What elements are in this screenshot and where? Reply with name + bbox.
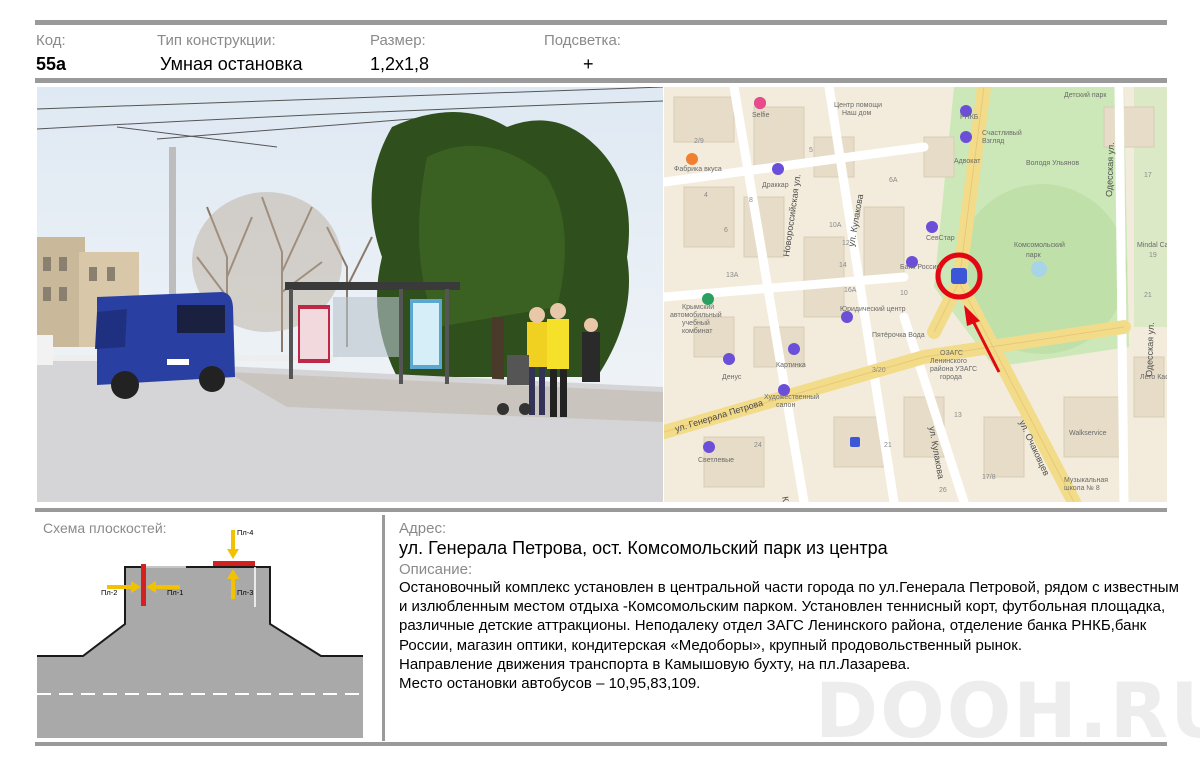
svg-text:Наш дом: Наш дом: [842, 110, 871, 117]
svg-text:Комсомольский: Комсомольский: [1014, 241, 1065, 249]
svg-text:школа № 8: школа № 8: [1064, 485, 1100, 492]
size-label: Размер:: [370, 32, 426, 49]
svg-text:СевСтар: СевСтар: [926, 235, 955, 242]
svg-text:Крымский: Крымский: [682, 303, 714, 311]
svg-text:Детский парк: Детский парк: [1064, 91, 1107, 99]
svg-text:13А: 13А: [726, 272, 739, 279]
svg-text:Счастливый: Счастливый: [982, 129, 1022, 137]
svg-text:Светлевые: Светлевые: [698, 457, 734, 464]
svg-text:Художественный: Художественный: [764, 393, 819, 401]
light-label: Подсветка:: [544, 32, 621, 49]
top-rule: [35, 20, 1167, 25]
plane-label-1: Пл-1: [167, 588, 183, 597]
svg-text:26: 26: [939, 487, 947, 494]
svg-text:2/9: 2/9: [694, 138, 704, 145]
type-label: Тип конструкции:: [157, 32, 276, 49]
svg-text:17/8: 17/8: [982, 474, 996, 481]
svg-text:автомобильный: автомобильный: [670, 311, 722, 319]
code-value: 55а: [36, 54, 67, 74]
svg-text:17: 17: [1144, 172, 1152, 179]
svg-text:Walkservice: Walkservice: [1069, 430, 1107, 437]
svg-text:РНКБ: РНКБ: [960, 114, 979, 121]
svg-text:Mindal Cafe: Mindal Cafe: [1137, 242, 1167, 249]
size-value: 1,2х1,8: [370, 54, 430, 74]
location-map: Комсомольский парк Банк России Пятёрочка…: [664, 87, 1167, 502]
svg-text:Взгляд: Взгляд: [982, 138, 1004, 145]
svg-text:Юридический центр: Юридический центр: [840, 305, 906, 313]
svg-text:Фабрика вкуса: Фабрика вкуса: [674, 165, 722, 173]
svg-text:района УЗАГС: района УЗАГС: [930, 365, 977, 373]
svg-text:13: 13: [954, 412, 962, 419]
svg-text:Адвокат: Адвокат: [954, 158, 981, 165]
address-label: Адрес:: [399, 520, 447, 537]
svg-text:10А: 10А: [829, 222, 842, 229]
svg-text:Одесская ул.: Одесская ул.: [1104, 142, 1116, 197]
plane-4: [213, 561, 255, 566]
svg-text:Одесская ул.: Одесская ул.: [1144, 322, 1156, 377]
header-rule: [35, 78, 1167, 83]
svg-text:Денус: Денус: [722, 374, 742, 381]
light-value: +: [583, 54, 594, 74]
svg-text:6А: 6А: [889, 177, 898, 184]
svg-text:8: 8: [749, 197, 753, 204]
svg-text:Пятёрочка Вода: Пятёрочка Вода: [872, 332, 925, 339]
svg-text:Музыкальная: Музыкальная: [1064, 477, 1108, 484]
svg-text:Центр помощи: Центр помощи: [834, 102, 882, 109]
svg-text:города: города: [940, 374, 962, 381]
plane-label-4: Пл-4: [237, 528, 253, 537]
street-photo: [37, 87, 663, 502]
code-label: Код:: [36, 32, 66, 49]
svg-text:учебный: учебный: [682, 319, 710, 327]
svg-text:19: 19: [1149, 252, 1157, 259]
svg-text:3/20: 3/20: [872, 367, 886, 374]
watermark: DOOH.RU: [815, 666, 1200, 755]
svg-text:Selfie: Selfie: [752, 112, 770, 119]
svg-text:24: 24: [754, 442, 762, 449]
plane-1: [141, 564, 146, 606]
plane-label-2: Пл-2: [101, 588, 117, 597]
plane-label-3: Пл-3: [237, 588, 253, 597]
svg-text:салон: салон: [776, 402, 795, 409]
address-value: ул. Генерала Петрова, ост. Комсомольский…: [399, 538, 888, 558]
svg-text:4: 4: [704, 192, 708, 199]
svg-text:парк: парк: [1026, 252, 1042, 259]
description-label: Описание:: [399, 561, 473, 578]
svg-text:21: 21: [884, 442, 892, 449]
svg-text:комбинат: комбинат: [682, 327, 713, 335]
svg-text:10: 10: [900, 290, 908, 297]
description-body: Остановочный комплекс установлен в центр…: [399, 579, 1179, 654]
svg-text:Ленинского: Ленинского: [930, 358, 967, 365]
svg-text:Драккар: Драккар: [762, 182, 789, 189]
svg-text:ОЗАГС: ОЗАГС: [940, 350, 963, 357]
svg-text:Картинка: Картинка: [776, 362, 806, 369]
middle-rule: [35, 508, 1167, 512]
svg-text:5: 5: [809, 147, 813, 154]
svg-text:16А: 16А: [844, 287, 857, 294]
svg-text:6: 6: [724, 227, 728, 234]
vertical-divider: [382, 515, 385, 741]
scheme-title: Схема плоскостей:: [43, 520, 167, 536]
svg-text:Володя Ульянов: Володя Ульянов: [1026, 160, 1079, 167]
plane-scheme: Схема плоскостей: Пл-1 Пл-2 Пл-3 Пл-4: [37, 515, 380, 741]
svg-text:21: 21: [1144, 292, 1152, 299]
type-value: Умная остановка: [160, 54, 303, 74]
svg-text:14: 14: [839, 262, 847, 269]
svg-text:Банк России: Банк России: [900, 264, 941, 271]
